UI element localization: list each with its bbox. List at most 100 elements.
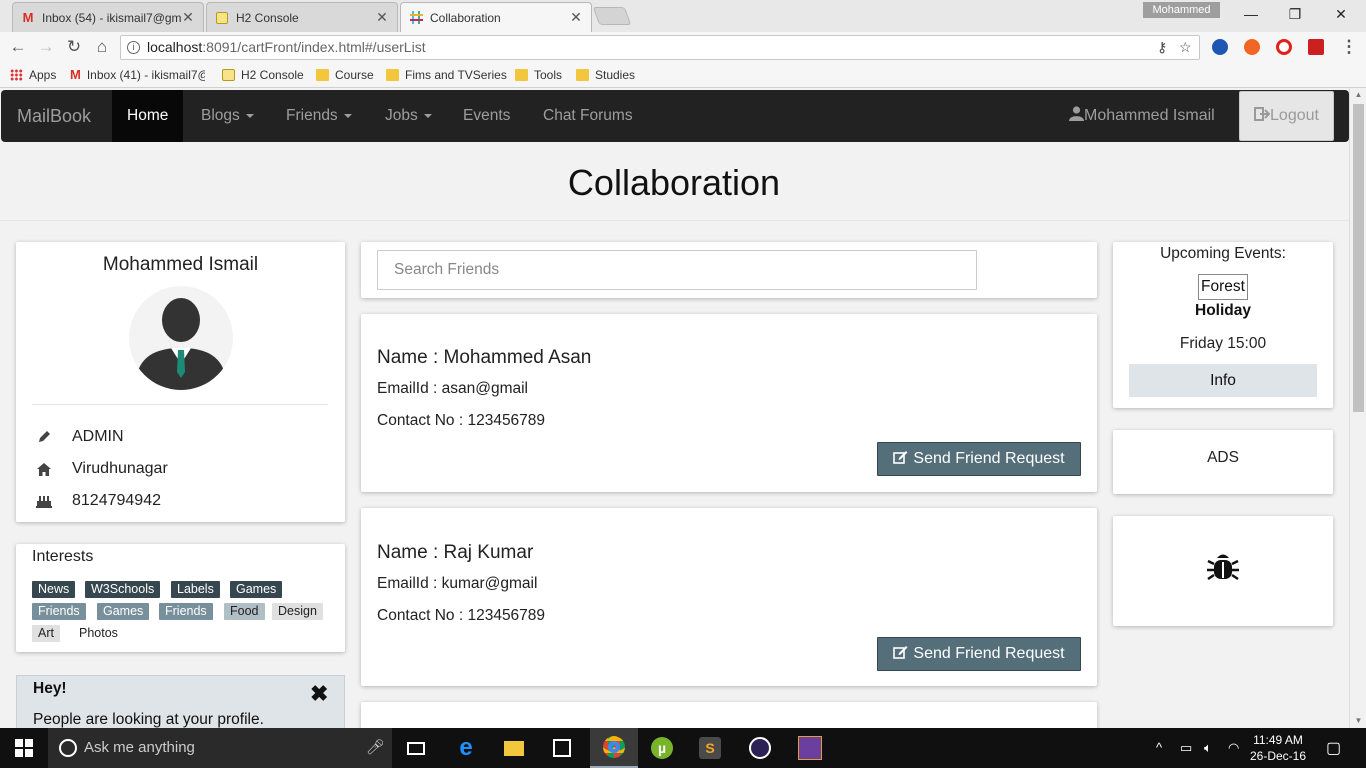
logout-icon bbox=[1254, 107, 1271, 121]
alert-title: Hey! bbox=[33, 680, 67, 697]
folder-icon bbox=[316, 69, 329, 81]
system-clock[interactable]: 11:49 AM 26-Dec-16 bbox=[1248, 732, 1308, 764]
interest-tag[interactable]: W3Schools bbox=[85, 581, 161, 598]
home-icon[interactable]: ⌂ bbox=[91, 37, 113, 57]
profile-location-row: Virudhunagar bbox=[34, 460, 168, 478]
extension-red-icon[interactable] bbox=[1308, 39, 1324, 55]
nav-events[interactable]: Events bbox=[448, 90, 525, 142]
interest-tag[interactable]: Design bbox=[272, 603, 323, 620]
nav-label: Jobs bbox=[385, 107, 418, 124]
task-view-icon[interactable] bbox=[392, 728, 440, 768]
battery-icon[interactable]: ▭ bbox=[1180, 740, 1192, 756]
gmail-icon: M bbox=[70, 67, 81, 82]
nav-chat-forums[interactable]: Chat Forums bbox=[528, 90, 648, 142]
bookmark-studies[interactable]: Studies bbox=[576, 67, 635, 83]
search-friends-input[interactable] bbox=[377, 250, 977, 290]
sublime-text-icon[interactable]: S bbox=[686, 728, 734, 768]
event-time: Friday 15:00 bbox=[1179, 335, 1267, 352]
utorrent-icon[interactable]: µ bbox=[638, 728, 686, 768]
page-scrollbar[interactable]: ▲ ▼ bbox=[1349, 88, 1366, 728]
wifi-icon[interactable]: ◠ bbox=[1228, 740, 1239, 756]
tab-collaboration[interactable]: Collaboration ✕ bbox=[400, 2, 592, 32]
scrollbar-thumb[interactable] bbox=[1353, 104, 1364, 412]
tab-h2-console[interactable]: H2 Console ✕ bbox=[206, 2, 398, 32]
bookmark-films[interactable]: Fims and TVSeries bbox=[386, 67, 507, 83]
interest-tag[interactable]: Friends bbox=[32, 603, 86, 620]
nav-jobs[interactable]: Jobs bbox=[370, 90, 447, 142]
bookmark-label: Fims and TVSeries bbox=[405, 68, 507, 82]
bookmark-tools[interactable]: Tools bbox=[515, 67, 562, 83]
close-icon[interactable]: ✕ bbox=[375, 9, 389, 26]
interest-tag[interactable]: Labels bbox=[171, 581, 220, 598]
bookmark-apps[interactable]: Apps bbox=[10, 67, 56, 83]
interest-tag[interactable]: Food bbox=[224, 603, 265, 620]
opera-icon[interactable] bbox=[1276, 39, 1292, 55]
game-app-icon[interactable] bbox=[786, 728, 834, 768]
events-title: Upcoming Events: bbox=[1160, 245, 1286, 262]
eclipse-icon[interactable] bbox=[736, 728, 784, 768]
user-name: Name : Raj Kumar bbox=[377, 542, 534, 563]
send-friend-request-button[interactable]: Send Friend Request bbox=[877, 637, 1081, 671]
store-icon[interactable] bbox=[538, 728, 586, 768]
user-card: Name : Raj Kumar EmailId : kumar@gmail C… bbox=[361, 508, 1097, 686]
menu-icon[interactable]: ⋮ bbox=[1338, 37, 1360, 57]
bookmark-course[interactable]: Course bbox=[316, 67, 374, 83]
interest-tag[interactable]: Friends bbox=[159, 603, 213, 620]
chrome-icon[interactable] bbox=[590, 728, 638, 768]
scroll-up-icon[interactable]: ▲ bbox=[1350, 88, 1366, 102]
scroll-down-icon[interactable]: ▼ bbox=[1350, 714, 1366, 728]
key-icon[interactable]: ⚷ bbox=[1157, 36, 1167, 59]
page-viewport: MailBook Home Blogs Friends Jobs Events … bbox=[0, 88, 1366, 728]
tab-inbox[interactable]: M Inbox (54) - ikismail7@gmail.com ✕ bbox=[12, 2, 204, 32]
edge-icon[interactable]: e bbox=[442, 728, 490, 768]
h2-icon bbox=[222, 69, 235, 81]
windows-start-icon[interactable] bbox=[0, 728, 48, 768]
notification-icon[interactable]: ▢ bbox=[1326, 738, 1341, 758]
interest-tag[interactable]: Games bbox=[97, 603, 150, 620]
file-explorer-icon[interactable] bbox=[490, 728, 538, 768]
folder-icon bbox=[576, 69, 589, 81]
logout-button[interactable]: Logout bbox=[1239, 91, 1334, 141]
cortana-search[interactable]: Ask me anything 🎤︎ bbox=[48, 728, 392, 768]
volume-icon[interactable]: 🔈︎ bbox=[1204, 740, 1212, 756]
event-info-button[interactable]: Info bbox=[1129, 364, 1317, 397]
interest-tag[interactable]: Photos bbox=[73, 625, 124, 642]
profile-name: Mohammed Ismail bbox=[102, 254, 259, 275]
brand-link[interactable]: MailBook bbox=[17, 90, 91, 142]
bookmark-inbox[interactable]: M Inbox (41) - ikismail7@ bbox=[70, 67, 205, 83]
profile-phone: 8124794942 bbox=[72, 492, 161, 509]
edit-icon bbox=[893, 646, 908, 659]
avatar bbox=[129, 286, 233, 390]
nav-friends[interactable]: Friends bbox=[271, 90, 367, 142]
extension-globe-icon[interactable] bbox=[1212, 39, 1228, 55]
star-icon[interactable]: ☆ bbox=[1179, 36, 1192, 59]
microphone-icon[interactable]: 🎤︎ bbox=[366, 728, 385, 768]
nav-home[interactable]: Home bbox=[112, 90, 184, 142]
back-icon[interactable]: ← bbox=[7, 37, 29, 57]
window-close-icon[interactable]: ✕ bbox=[1326, 4, 1356, 24]
bug-icon[interactable] bbox=[1206, 550, 1240, 584]
pencil-icon bbox=[34, 430, 54, 444]
close-icon[interactable]: ✕ bbox=[569, 9, 583, 26]
restore-icon[interactable]: ❐ bbox=[1280, 4, 1310, 24]
address-bar[interactable]: i localhost:8091/cartFront/index.html#/u… bbox=[120, 35, 1200, 60]
minimize-icon[interactable]: — bbox=[1236, 4, 1266, 24]
nav-user[interactable]: Mohammed Ismail bbox=[1069, 90, 1215, 142]
interest-tag[interactable]: News bbox=[32, 581, 76, 598]
forward-icon[interactable]: → bbox=[35, 37, 57, 57]
interest-tag[interactable]: Games bbox=[230, 581, 283, 598]
new-tab-button[interactable] bbox=[592, 7, 632, 25]
interest-tag[interactable]: Art bbox=[32, 625, 60, 642]
close-icon[interactable]: ✖ bbox=[310, 683, 328, 705]
browser-profile[interactable]: Mohammed bbox=[1143, 2, 1220, 18]
reload-icon[interactable]: ↻ bbox=[63, 37, 85, 57]
extension-fire-icon[interactable] bbox=[1244, 39, 1260, 55]
chevron-up-icon[interactable]: ^ bbox=[1156, 740, 1162, 755]
nav-label: Blogs bbox=[201, 107, 240, 124]
bookmark-h2-console[interactable]: H2 Console bbox=[222, 67, 304, 83]
close-icon[interactable]: ✕ bbox=[181, 9, 195, 26]
send-friend-request-button[interactable]: Send Friend Request bbox=[877, 442, 1081, 476]
info-icon[interactable]: i bbox=[127, 41, 140, 54]
nav-blogs[interactable]: Blogs bbox=[186, 90, 269, 142]
gmail-icon: M bbox=[22, 10, 34, 25]
